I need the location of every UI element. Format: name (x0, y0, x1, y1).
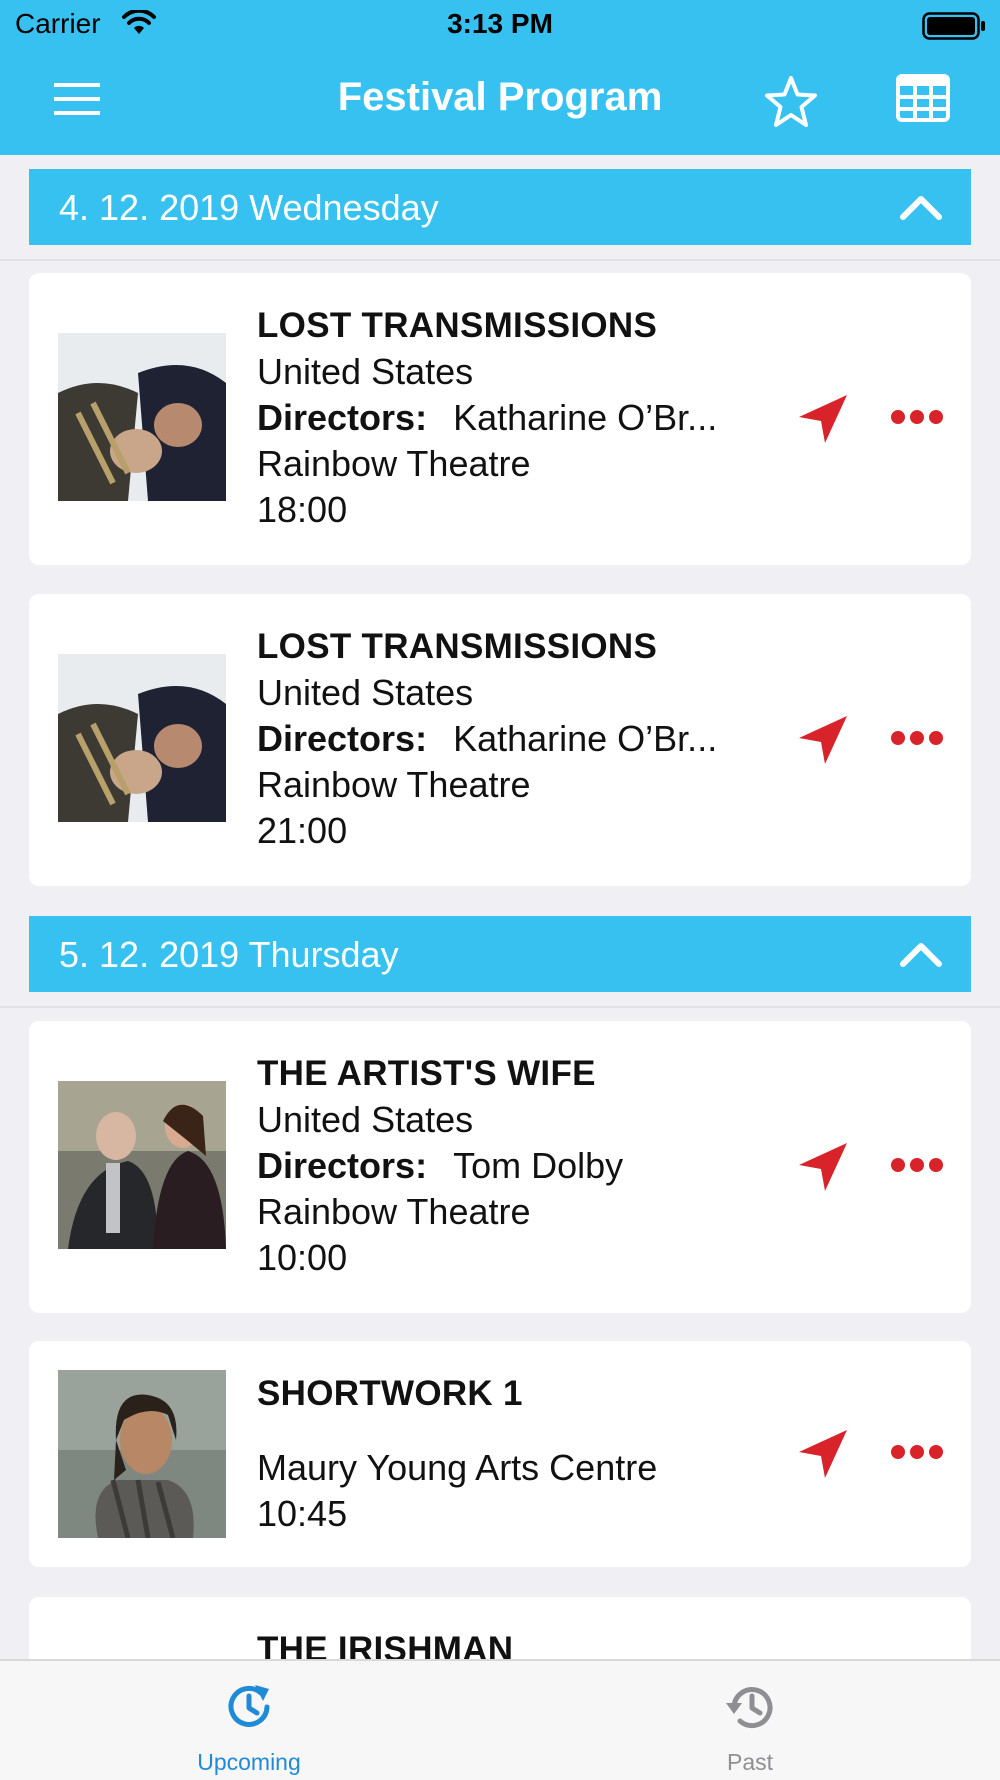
event-venue: Rainbow Theatre (257, 1191, 531, 1232)
event-title: SHORTWORK 1 (257, 1374, 523, 1413)
event-venue: Rainbow Theatre (257, 443, 531, 484)
event-info: LOST TRANSMISSIONS United States Directo… (257, 624, 717, 854)
event-card[interactable]: THE IRISHMAN (29, 1597, 971, 1659)
chevron-up-icon[interactable] (899, 189, 943, 232)
tab-bar: Upcoming Past (0, 1659, 1000, 1780)
event-poster (58, 333, 226, 501)
event-card[interactable]: LOST TRANSMISSIONS United States Directo… (29, 594, 971, 886)
event-info: LOST TRANSMISSIONS United States Directo… (257, 303, 717, 533)
event-info: THE IRISHMAN (257, 1627, 513, 1659)
tab-upcoming[interactable]: Upcoming (149, 1661, 349, 1780)
location-arrow-icon[interactable] (795, 1426, 851, 1487)
event-country: United States (257, 672, 474, 713)
star-icon[interactable] (764, 75, 818, 134)
event-time: 10:00 (257, 1237, 348, 1278)
ellipsis-icon[interactable] (891, 1442, 943, 1467)
directors-label: Directors: (257, 718, 428, 759)
page-title: Festival Program (337, 75, 663, 119)
event-time: 21:00 (257, 810, 348, 851)
directors-value: Katharine O’Br... (453, 397, 718, 438)
section-separator (0, 259, 1000, 261)
section-header[interactable]: 4. 12. 2019 Wednesday (29, 169, 971, 245)
event-country: United States (257, 351, 474, 392)
event-directors: Directors: Katharine O’Br... (257, 395, 717, 441)
event-poster (58, 1370, 226, 1538)
location-arrow-icon[interactable] (795, 391, 851, 452)
event-info: SHORTWORK 1 Maury Young Arts Centre 10:4… (257, 1371, 657, 1537)
history-icon (726, 1687, 773, 1729)
event-poster (58, 654, 226, 822)
event-poster (58, 1081, 226, 1249)
event-venue: Rainbow Theatre (257, 764, 531, 805)
tab-label: Past (726, 1749, 774, 1775)
event-info: THE ARTIST'S WIFE United States Director… (257, 1051, 623, 1281)
event-card[interactable]: LOST TRANSMISSIONS United States Directo… (29, 273, 971, 565)
event-time: 10:45 (257, 1493, 348, 1534)
event-card[interactable]: THE ARTIST'S WIFE United States Director… (29, 1021, 971, 1313)
event-directors: Directors: Tom Dolby (257, 1143, 623, 1189)
battery-icon (922, 12, 986, 47)
directors-label: Directors: (257, 397, 428, 438)
event-title: LOST TRANSMISSIONS (257, 627, 658, 666)
ellipsis-icon[interactable] (891, 407, 943, 432)
navigation-bar: Carrier 3:13 PM Festival Program (0, 0, 1000, 155)
location-arrow-icon[interactable] (795, 712, 851, 773)
location-arrow-icon[interactable] (795, 1139, 851, 1200)
event-venue: Maury Young Arts Centre (257, 1447, 658, 1488)
status-time: 3:13 PM (447, 8, 553, 39)
chevron-up-icon[interactable] (899, 936, 943, 979)
section-date: 4. 12. 2019 Wednesday (59, 187, 439, 228)
clock-refresh-icon (228, 1685, 270, 1727)
event-time: 18:00 (257, 489, 348, 530)
directors-label: Directors: (257, 1145, 428, 1186)
event-directors: Directors: Katharine O’Br... (257, 716, 717, 762)
status-bar: Carrier 3:13 PM (0, 0, 1000, 50)
event-title: LOST TRANSMISSIONS (257, 306, 658, 345)
grid-table-icon[interactable] (896, 74, 950, 127)
directors-value: Katharine O’Br... (453, 718, 718, 759)
section-date: 5. 12. 2019 Thursday (59, 934, 399, 975)
event-title: THE ARTIST'S WIFE (257, 1054, 596, 1093)
tab-past[interactable]: Past (650, 1661, 850, 1780)
tab-label: Upcoming (197, 1749, 301, 1775)
event-country: United States (257, 1099, 474, 1140)
ellipsis-icon[interactable] (891, 1155, 943, 1180)
program-list[interactable]: 4. 12. 2019 Wednesday LOST TRANSMISSIONS… (0, 155, 1000, 1659)
event-card[interactable]: SHORTWORK 1 Maury Young Arts Centre 10:4… (29, 1341, 971, 1567)
section-separator (0, 1006, 1000, 1008)
section-header[interactable]: 5. 12. 2019 Thursday (29, 916, 971, 992)
directors-value: Tom Dolby (453, 1145, 624, 1186)
event-title: THE IRISHMAN (257, 1630, 514, 1659)
ellipsis-icon[interactable] (891, 728, 943, 753)
